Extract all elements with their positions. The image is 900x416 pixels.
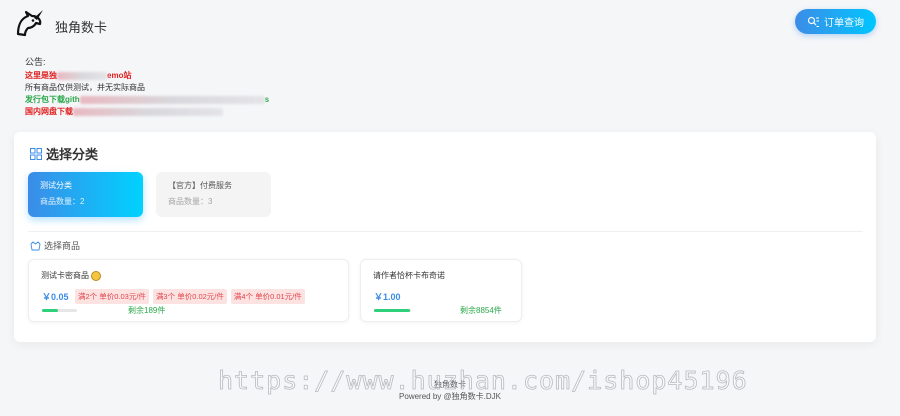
gift-icon bbox=[30, 241, 41, 250]
footer-brand: 独角数卡 bbox=[434, 380, 466, 389]
notice-line[interactable]: 国内网盘下载 bbox=[25, 106, 269, 118]
notice-line: 这里是独 emo站 bbox=[25, 70, 269, 82]
category-name: 测试分类 bbox=[40, 181, 72, 190]
goods-stock: 剩余8854件 bbox=[460, 306, 502, 315]
stock-bar-fill bbox=[374, 309, 410, 312]
blurred-text bbox=[79, 95, 265, 104]
goods-section-title: 选择商品 bbox=[30, 239, 80, 252]
blurred-text bbox=[57, 71, 107, 80]
notice-text: 国内网盘下载 bbox=[25, 107, 73, 116]
category-count: 商品数量：3 bbox=[168, 197, 213, 206]
category-name: 【官方】付费服务 bbox=[168, 181, 232, 190]
site-name[interactable]: 独角数卡 bbox=[55, 17, 107, 36]
header: 独角数卡 订单查询 bbox=[0, 0, 900, 46]
notice-text: 发行包下载gith bbox=[25, 95, 80, 104]
wholesale-tag: 满4个 单价0.01元/件 bbox=[230, 289, 305, 304]
notice-title: 公告: bbox=[25, 57, 46, 67]
search-list-icon bbox=[807, 16, 819, 27]
wholesale-tags: 满2个 单价0.03元/件 满3个 单价0.02元/件 满4个 单价0.01元/… bbox=[75, 289, 305, 304]
notice-line[interactable]: 发行包下载gith s bbox=[25, 94, 269, 106]
stock-bar bbox=[374, 309, 411, 312]
goods-price: ￥0.05 bbox=[42, 292, 69, 302]
shop-card: 选择分类 测试分类 商品数量：2 【官方】付费服务 商品数量：3 选择商品 测试… bbox=[14, 132, 876, 342]
notice-text: emo站 bbox=[107, 71, 132, 80]
wholesale-tag: 满2个 单价0.03元/件 bbox=[75, 289, 149, 304]
goods-name: 测试卡密商品 bbox=[41, 270, 101, 281]
goods-stock: 剩余189件 bbox=[128, 306, 166, 315]
category-count: 商品数量：2 bbox=[40, 197, 85, 206]
footer-powered-by[interactable]: Powered by @独角数卡.DJK bbox=[0, 391, 900, 402]
goods-title-text: 选择商品 bbox=[44, 241, 81, 251]
smiley-emoji-icon bbox=[91, 270, 101, 281]
notice-line: 所有商品仅供测试，并无实际商品 bbox=[25, 82, 269, 94]
notice-text: 这里是独 bbox=[25, 71, 57, 80]
goods-item-test-card[interactable]: 测试卡密商品 ￥0.05 满2个 单价0.03元/件 满3个 单价0.02元/件… bbox=[28, 259, 349, 322]
unicorn-logo-icon[interactable] bbox=[14, 8, 46, 38]
goods-price: ￥1.00 bbox=[374, 292, 401, 302]
wholesale-tag: 满3个 单价0.02元/件 bbox=[152, 289, 227, 304]
goods-item-coffee[interactable]: 请作者恰杯卡布奇诺 ￥1.00 剩余8854件 bbox=[360, 259, 522, 322]
notice-text: s bbox=[264, 95, 270, 104]
order-query-label: 订单查询 bbox=[824, 18, 864, 29]
goods-name: 请作者恰杯卡布奇诺 bbox=[373, 270, 445, 281]
category-item-test[interactable]: 测试分类 商品数量：2 bbox=[28, 172, 143, 217]
category-title-text: 选择分类 bbox=[46, 147, 99, 162]
notice-text: 所有商品仅供测试，并无实际商品 bbox=[25, 83, 145, 92]
category-section-title: 选择分类 bbox=[30, 144, 98, 163]
stock-bar-fill bbox=[42, 309, 58, 312]
blurred-text bbox=[73, 107, 223, 116]
notice: 公告: 这里是独 emo站 所有商品仅供测试，并无实际商品 发行包下载gith s … bbox=[25, 56, 269, 118]
goods-name-text: 测试卡密商品 bbox=[41, 271, 89, 280]
divider bbox=[28, 231, 863, 232]
goods-name-text: 请作者恰杯卡布奇诺 bbox=[373, 271, 445, 280]
category-item-official[interactable]: 【官方】付费服务 商品数量：3 bbox=[156, 172, 271, 217]
grid-icon bbox=[30, 147, 42, 160]
stock-bar bbox=[42, 309, 77, 312]
order-query-button[interactable]: 订单查询 bbox=[795, 9, 876, 34]
